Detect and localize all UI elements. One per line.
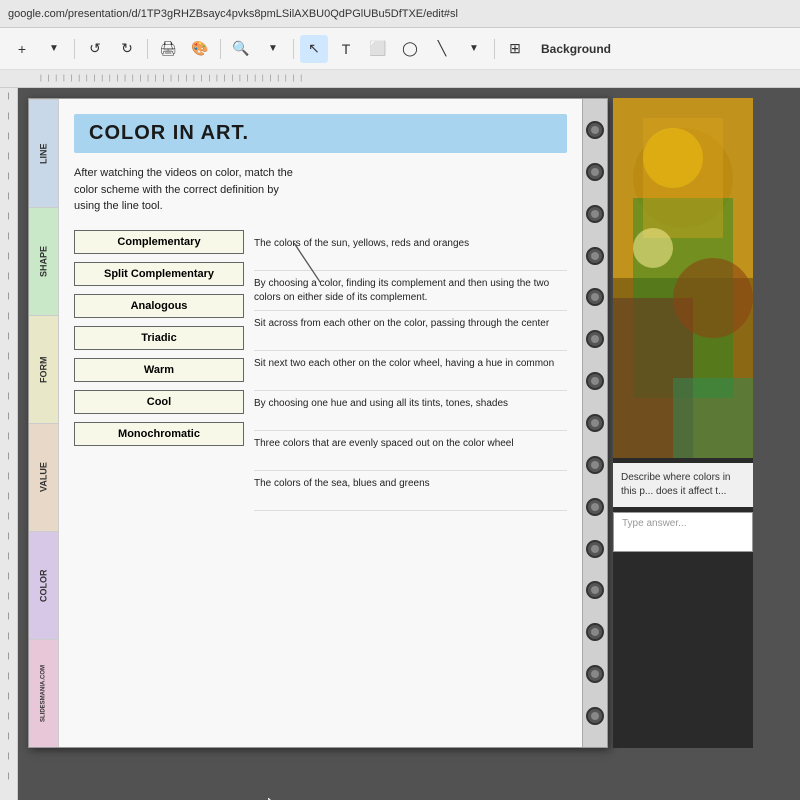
- spiral-binding: [582, 99, 607, 747]
- separator-4: [293, 39, 294, 59]
- print-button[interactable]: 🖨: [154, 35, 182, 63]
- ring-9: [586, 456, 604, 474]
- ring-13: [586, 623, 604, 641]
- tab-line[interactable]: LINE: [29, 99, 58, 207]
- right-panel: Describe where colors in this p... does …: [613, 98, 753, 748]
- shapes-button[interactable]: ◯: [396, 35, 424, 63]
- def-3: Sit across from each other on the color,…: [254, 315, 567, 351]
- separator-2: [147, 39, 148, 59]
- dropdown-button[interactable]: ▼: [40, 35, 68, 63]
- tab-value[interactable]: VALUE: [29, 423, 58, 531]
- definitions-column: The colors of the sun, yellows, reds and…: [254, 230, 567, 511]
- def-2: By choosing a color, finding its complem…: [254, 275, 567, 311]
- ring-1: [586, 121, 604, 139]
- instructions-text: After watching the videos on color, matc…: [74, 165, 567, 215]
- main-area: | | | | | | | | | | | | | | | | | | | | …: [0, 88, 800, 800]
- ring-12: [586, 581, 604, 599]
- describe-text: Describe where colors in this p... does …: [621, 472, 731, 497]
- def-4: Sit next two each other on the color whe…: [254, 355, 567, 391]
- separator-1: [74, 39, 75, 59]
- def-1: The colors of the sun, yellows, reds and…: [254, 235, 567, 271]
- image-tool-button[interactable]: ⬜: [364, 35, 392, 63]
- ring-8: [586, 414, 604, 432]
- term-warm[interactable]: Warm: [74, 358, 244, 382]
- ruler-marks-h: | | | | | | | | | | | | | | | | | | | | …: [40, 75, 302, 82]
- ruler-horizontal: | | | | | | | | | | | | | | | | | | | | …: [0, 70, 800, 88]
- zoom-button[interactable]: 🔍: [227, 35, 255, 63]
- def-5: By choosing one hue and using all its ti…: [254, 395, 567, 431]
- ring-7: [586, 372, 604, 390]
- ring-6: [586, 330, 604, 348]
- slide-title: COLOR IN ART.: [89, 122, 552, 145]
- slide-area: LINE SHAPE FORM VALUE COLOR SLIDESMANIA.…: [18, 88, 800, 800]
- title-box: COLOR IN ART.: [74, 114, 567, 153]
- painting-svg: [613, 98, 753, 458]
- add-button[interactable]: +: [8, 35, 36, 63]
- notebook-tabs: LINE SHAPE FORM VALUE COLOR SLIDESMANIA.…: [29, 99, 59, 747]
- tab-color[interactable]: COLOR: [29, 531, 58, 639]
- tab-bottom: SLIDESMANIA.COM: [29, 639, 58, 747]
- ring-10: [586, 498, 604, 516]
- ring-11: [586, 540, 604, 558]
- matching-area: Complementary Split Complementary Analog…: [74, 230, 567, 511]
- url-text: google.com/presentation/d/1TP3gRHZBsayc4…: [8, 8, 458, 20]
- paint-button[interactable]: 🎨: [186, 35, 214, 63]
- tab-form[interactable]: FORM: [29, 315, 58, 423]
- background-label: Background: [541, 42, 611, 56]
- cursor-tool-button[interactable]: ↖: [300, 35, 328, 63]
- term-monochromatic[interactable]: Monochromatic: [74, 422, 244, 446]
- term-split-complementary[interactable]: Split Complementary: [74, 262, 244, 286]
- term-analogous[interactable]: Analogous: [74, 294, 244, 318]
- ring-3: [586, 205, 604, 223]
- ring-5: [586, 288, 604, 306]
- grid-button[interactable]: ⊞: [501, 35, 529, 63]
- line-dropdown-button[interactable]: ▼: [460, 35, 488, 63]
- term-triadic[interactable]: Triadic: [74, 326, 244, 350]
- def-7: The colors of the sea, blues and greens: [254, 475, 567, 511]
- slide-main-content: COLOR IN ART. After watching the videos …: [59, 99, 582, 747]
- undo-button[interactable]: ↺: [81, 35, 109, 63]
- redo-button[interactable]: ↻: [113, 35, 141, 63]
- separator-3: [220, 39, 221, 59]
- ring-14: [586, 665, 604, 683]
- line-tool-button[interactable]: ╲: [428, 35, 456, 63]
- answer-input-box[interactable]: Type answer...: [613, 512, 753, 552]
- toolbar: + ▼ ↺ ↻ 🖨 🎨 🔍 ▼ ↖ T ⬜ ◯ ╲ ▼ ⊞ Background: [0, 28, 800, 70]
- browser-url-bar: google.com/presentation/d/1TP3gRHZBsayc4…: [0, 0, 800, 28]
- describe-text-box: Describe where colors in this p... does …: [613, 463, 753, 507]
- ring-2: [586, 163, 604, 181]
- ring-4: [586, 247, 604, 265]
- def-6: Three colors that are evenly spaced out …: [254, 435, 567, 471]
- artwork-image: [613, 98, 753, 458]
- tab-shape[interactable]: SHAPE: [29, 207, 58, 315]
- term-cool[interactable]: Cool: [74, 390, 244, 414]
- terms-column: Complementary Split Complementary Analog…: [74, 230, 244, 511]
- term-complementary[interactable]: Complementary: [74, 230, 244, 254]
- answer-placeholder: Type answer...: [622, 518, 686, 529]
- presentation-slide: LINE SHAPE FORM VALUE COLOR SLIDESMANIA.…: [28, 98, 608, 748]
- separator-5: [494, 39, 495, 59]
- zoom-dropdown-button[interactable]: ▼: [259, 35, 287, 63]
- ruler-vertical: | | | | | | | | | | | | | | | | | | | | …: [0, 88, 18, 800]
- text-tool-button[interactable]: T: [332, 35, 360, 63]
- ring-15: [586, 707, 604, 725]
